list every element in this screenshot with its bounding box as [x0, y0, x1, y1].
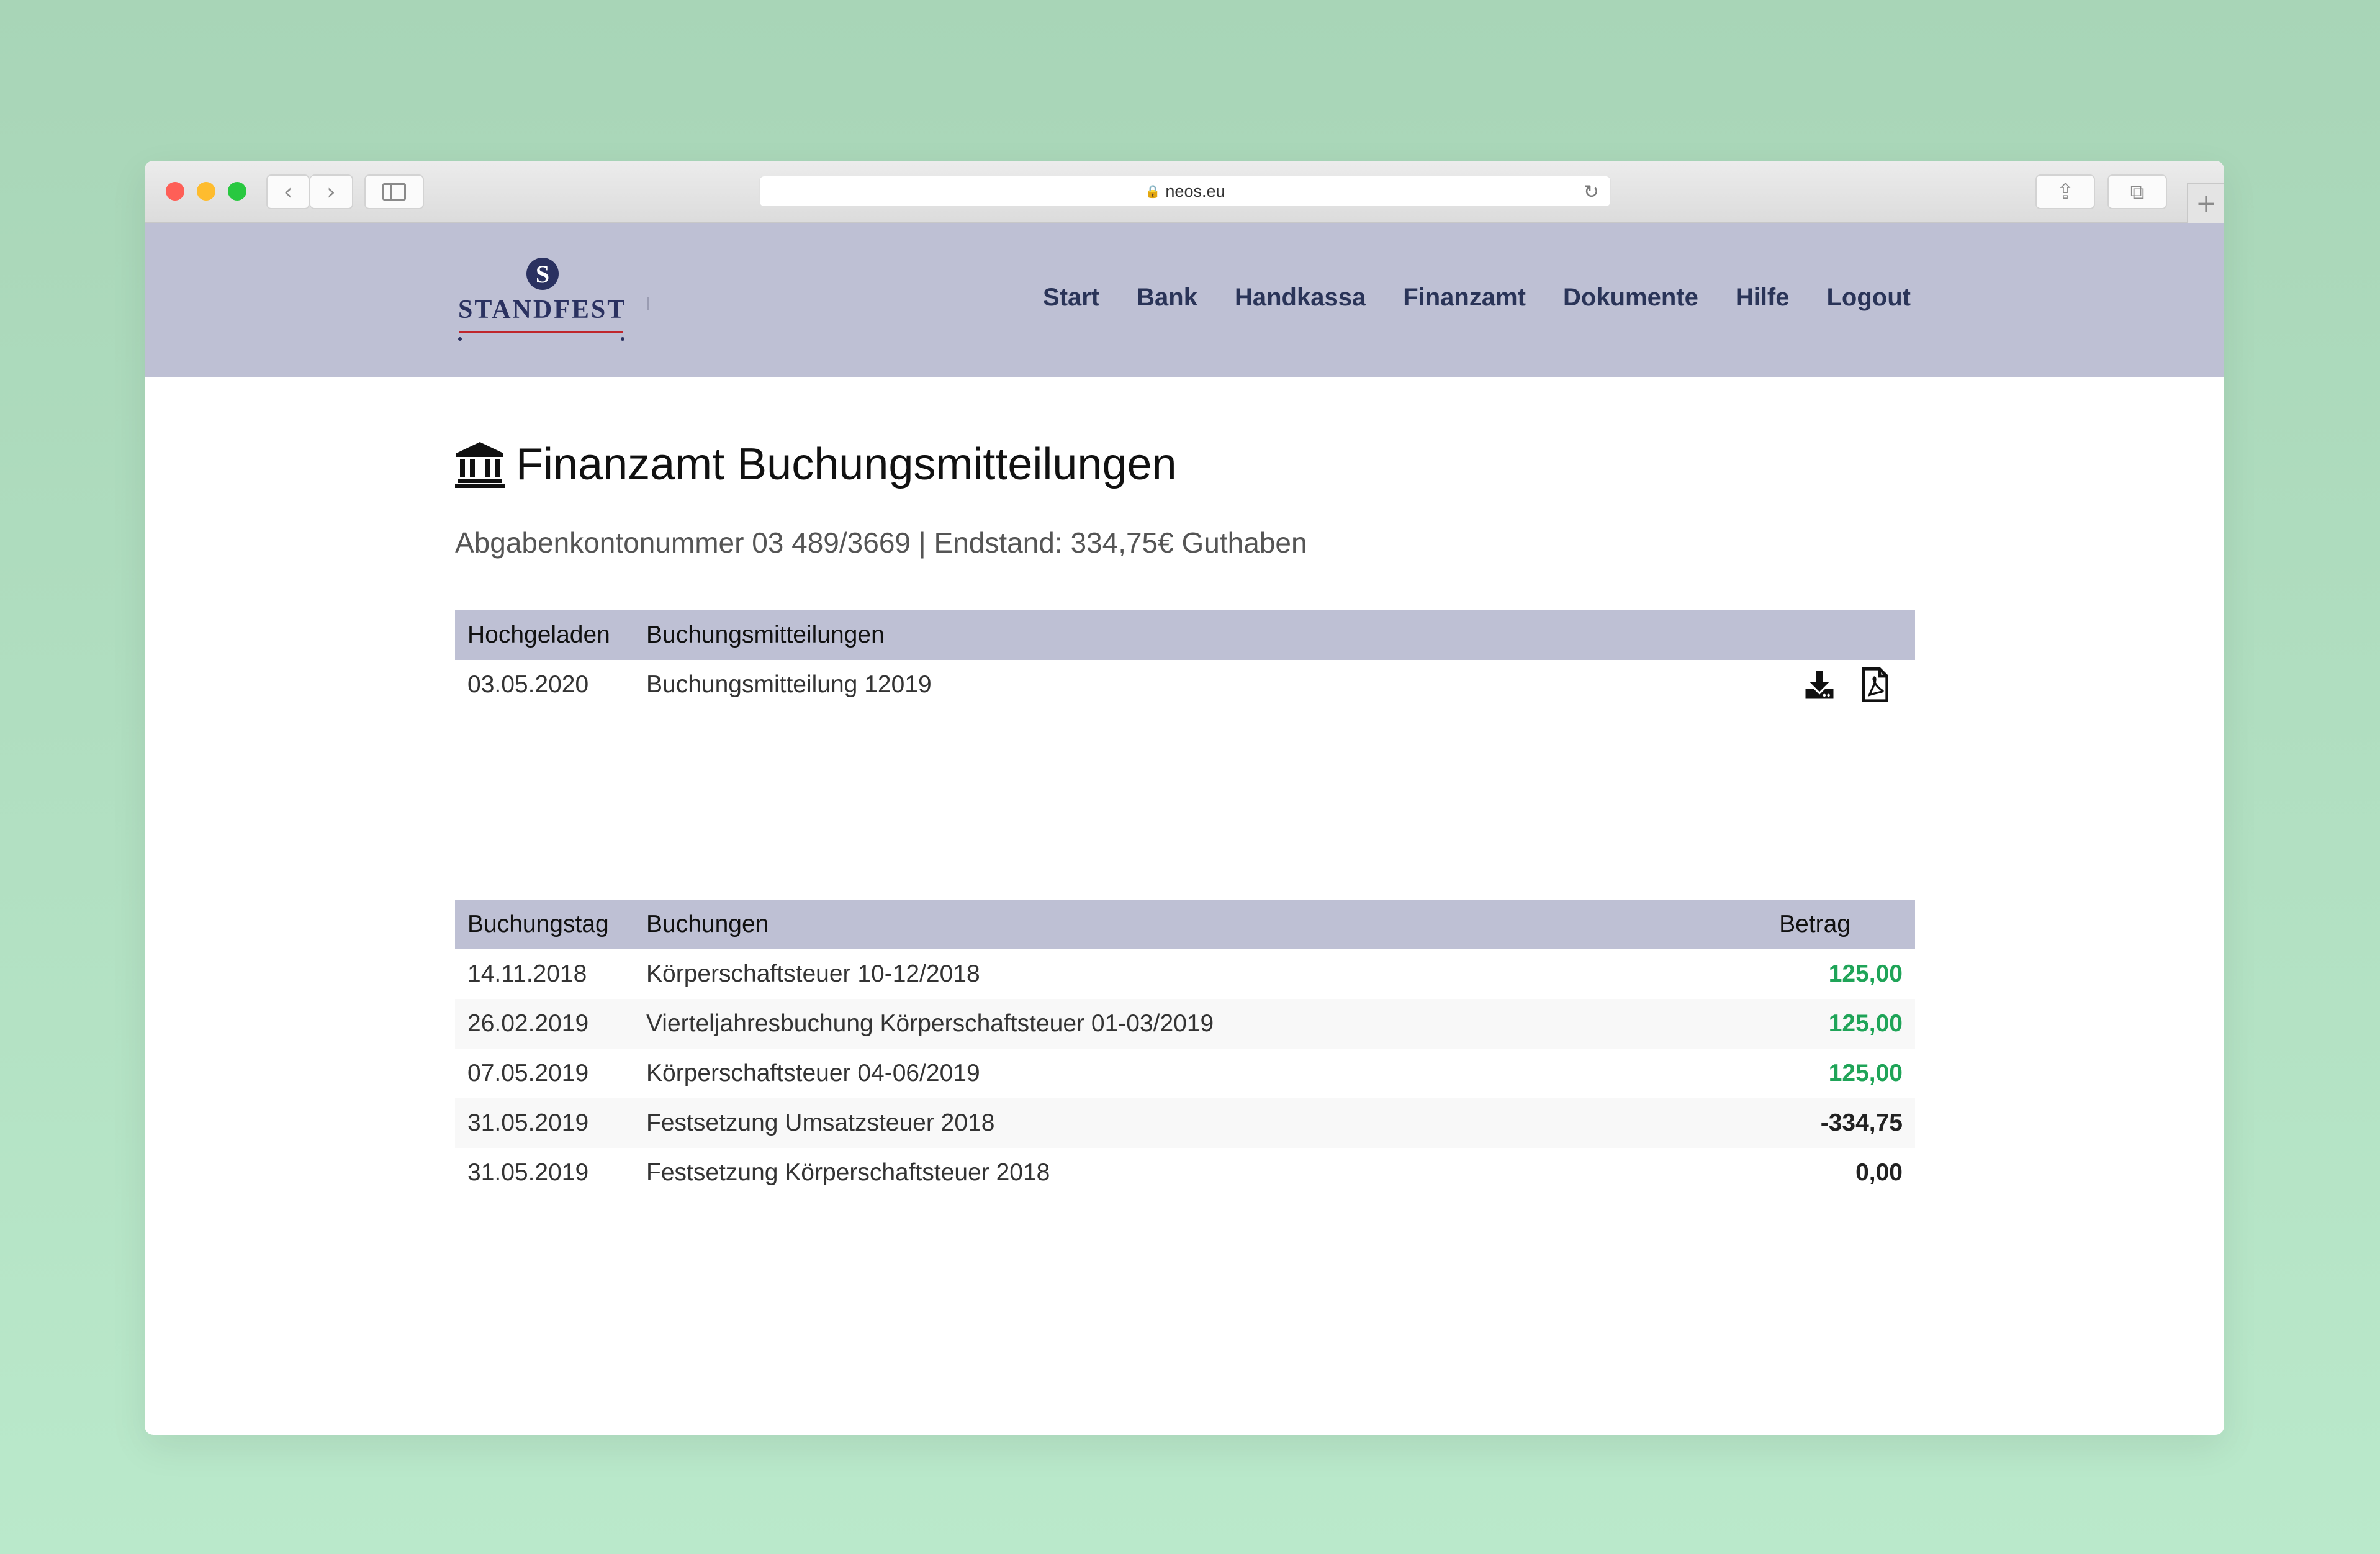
logo-underline	[459, 331, 623, 333]
documents-table: Hochgeladen Buchungsmitteilungen 03.05.2…	[455, 610, 1915, 710]
minimize-window-button[interactable]	[197, 182, 215, 201]
table-row: 14.11.2018 Körperschaftsteuer 10-12/2018…	[455, 949, 1915, 999]
nav-start[interactable]: Start	[1043, 284, 1099, 312]
logo-mark: S	[526, 258, 559, 290]
table-header-row: Hochgeladen Buchungsmitteilungen	[455, 610, 1915, 660]
column-header: Buchungen	[634, 900, 1659, 949]
table-row: 07.05.2019 Körperschaftsteuer 04-06/2019…	[455, 1049, 1915, 1098]
row-actions	[1513, 660, 1915, 710]
bookings-table: Buchungstag Buchungen Betrag 14.11.2018 …	[455, 900, 1915, 1198]
booking-amount: 125,00	[1658, 999, 1915, 1049]
booking-text: Vierteljahresbuchung Körperschaftsteuer …	[634, 999, 1659, 1049]
browser-window: ‹ › 🔒 neos.eu ↻ ⇪ ⧉ + S STANDFEST Start …	[145, 161, 2224, 1435]
booking-date: 31.05.2019	[455, 1098, 634, 1148]
plus-icon: +	[2196, 189, 2217, 218]
booking-text: Festsetzung Körperschaftsteuer 2018	[646, 1159, 1050, 1186]
chevron-right-icon: ›	[327, 179, 336, 205]
logo-dot	[621, 337, 624, 341]
column-header	[1512, 610, 1915, 660]
booking-date: 07.05.2019	[467, 1060, 589, 1086]
browser-toolbar: ‹ › 🔒 neos.eu ↻ ⇪ ⧉ +	[145, 161, 2224, 223]
logo-text: STANDFEST	[458, 296, 627, 324]
table-row: 03.05.2020 Buchungsmitteilung 12019	[455, 660, 1915, 710]
url-text: neos.eu	[1165, 181, 1225, 201]
logo-divider	[647, 297, 649, 310]
column-header: Betrag	[1658, 900, 1915, 949]
bank-icon	[455, 442, 505, 488]
table-row: 26.02.2019 Vierteljahresbuchung Körpersc…	[455, 999, 1915, 1049]
tabs-icon: ⧉	[2130, 179, 2145, 204]
lock-icon: 🔒	[1145, 184, 1161, 199]
booking-text: Körperschaftsteuer 10-12/2018	[646, 960, 980, 987]
nav-bank[interactable]: Bank	[1137, 284, 1197, 312]
sidebar-toggle-button[interactable]	[364, 174, 424, 209]
forward-button[interactable]: ›	[310, 174, 353, 209]
booking-amount: 125,00	[1828, 960, 1903, 987]
nav-dokumente[interactable]: Dokumente	[1563, 284, 1698, 312]
nav-logout[interactable]: Logout	[1827, 284, 1911, 312]
booking-amount: -334,75	[1658, 1098, 1915, 1148]
logo-dot	[458, 337, 462, 341]
nav-hilfe[interactable]: Hilfe	[1736, 284, 1790, 312]
upload-date: 03.05.2020	[467, 671, 589, 698]
site-header: S STANDFEST Start Bank Handkassa Finanza…	[145, 223, 2224, 377]
page-title-text: Finanzamt Buchungsmitteilungen	[516, 440, 1177, 489]
sidebar-icon	[382, 183, 406, 201]
table-row: 31.05.2019 Festsetzung Körperschaftsteue…	[455, 1148, 1915, 1198]
nav-finanzamt[interactable]: Finanzamt	[1403, 284, 1526, 312]
booking-text: Körperschaftsteuer 04-06/2019	[646, 1060, 980, 1086]
nav-handkassa[interactable]: Handkassa	[1235, 284, 1366, 312]
booking-text: Festsetzung Umsatzsteuer 2018	[634, 1098, 1659, 1148]
pdf-icon[interactable]	[1860, 667, 1890, 702]
share-button[interactable]: ⇪	[2035, 174, 2095, 209]
page-title: Finanzamt Buchungsmitteilungen	[455, 439, 1177, 490]
back-button[interactable]: ‹	[266, 174, 310, 209]
main-nav: Start Bank Handkassa Finanzamt Dokumente…	[1043, 284, 1911, 312]
logo[interactable]: S STANDFEST	[458, 258, 626, 345]
column-header: Buchungsmitteilungen	[634, 610, 1513, 660]
booking-date: 14.11.2018	[467, 960, 587, 987]
booking-date: 26.02.2019	[455, 999, 634, 1049]
show-tabs-button[interactable]: ⧉	[2107, 174, 2167, 209]
column-header: Hochgeladen	[455, 610, 634, 660]
address-bar[interactable]: 🔒 neos.eu ↻	[759, 176, 1611, 207]
share-icon: ⇪	[2056, 179, 2075, 204]
zoom-window-button[interactable]	[228, 182, 246, 201]
table-row: 31.05.2019 Festsetzung Umsatzsteuer 2018…	[455, 1098, 1915, 1148]
new-tab-button[interactable]: +	[2187, 183, 2224, 223]
chevron-left-icon: ‹	[283, 179, 293, 205]
document-name: Buchungsmitteilung 12019	[646, 671, 932, 698]
booking-date: 31.05.2019	[467, 1159, 589, 1186]
table-header-row: Buchungstag Buchungen Betrag	[455, 900, 1915, 949]
reload-icon[interactable]: ↻	[1584, 181, 1599, 203]
download-icon[interactable]	[1803, 668, 1836, 702]
account-summary: Abgabenkontonummer 03 489/3669 | Endstan…	[455, 526, 1307, 559]
booking-amount: 0,00	[1855, 1159, 1903, 1186]
close-window-button[interactable]	[166, 182, 184, 201]
column-header: Buchungstag	[455, 900, 634, 949]
booking-amount: 125,00	[1828, 1060, 1903, 1086]
